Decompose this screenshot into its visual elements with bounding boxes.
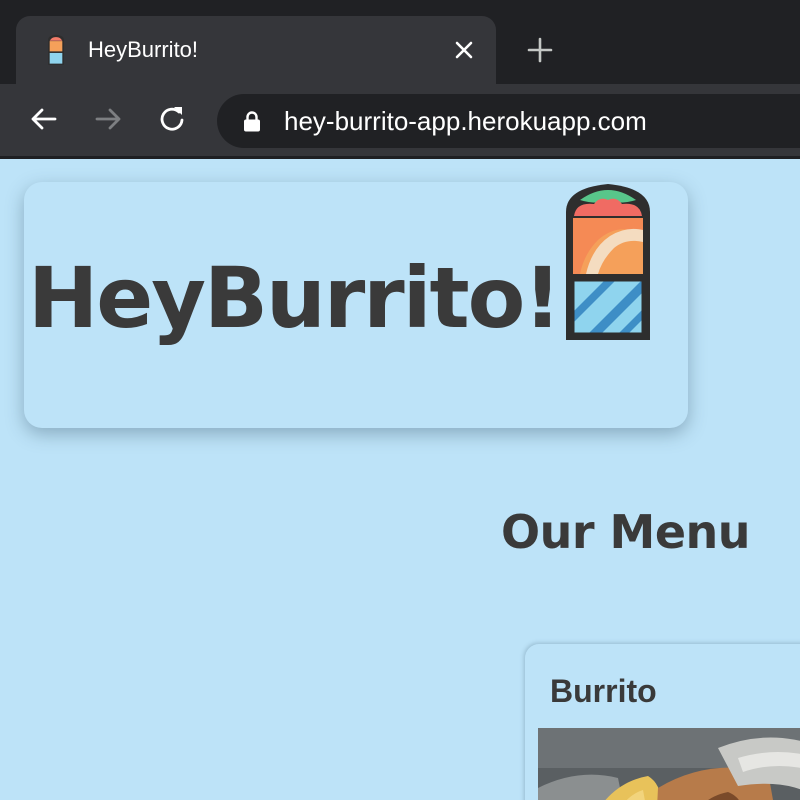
url-text: hey-burrito-app.herokuapp.com <box>284 106 647 136</box>
toolbar-divider <box>0 156 800 159</box>
back-arrow-icon[interactable] <box>29 104 59 134</box>
browser-toolbar: hey-burrito-app.herokuapp.com <box>0 84 800 156</box>
close-icon[interactable] <box>452 38 476 62</box>
brand-title: HeyBurrito! <box>28 249 562 347</box>
burrito-logo-icon <box>558 182 658 344</box>
reload-icon[interactable] <box>158 104 188 134</box>
forward-arrow-icon[interactable] <box>93 104 123 134</box>
menu-heading: Our Menu <box>501 505 751 559</box>
menu-item-card[interactable]: Burrito <box>525 644 800 800</box>
header-card: HeyBurrito! <box>24 182 688 428</box>
new-tab-plus-icon[interactable] <box>526 36 554 64</box>
lock-icon <box>243 110 261 132</box>
browser-tab[interactable]: HeyBurrito! <box>16 16 496 86</box>
tab-title: HeyBurrito! <box>88 37 199 62</box>
browser-tab-strip: HeyBurrito! <box>0 0 800 86</box>
address-bar[interactable]: hey-burrito-app.herokuapp.com <box>217 94 800 148</box>
menu-item-title: Burrito <box>550 673 657 709</box>
burrito-favicon-icon <box>46 34 66 66</box>
burrito-photo <box>538 728 800 800</box>
